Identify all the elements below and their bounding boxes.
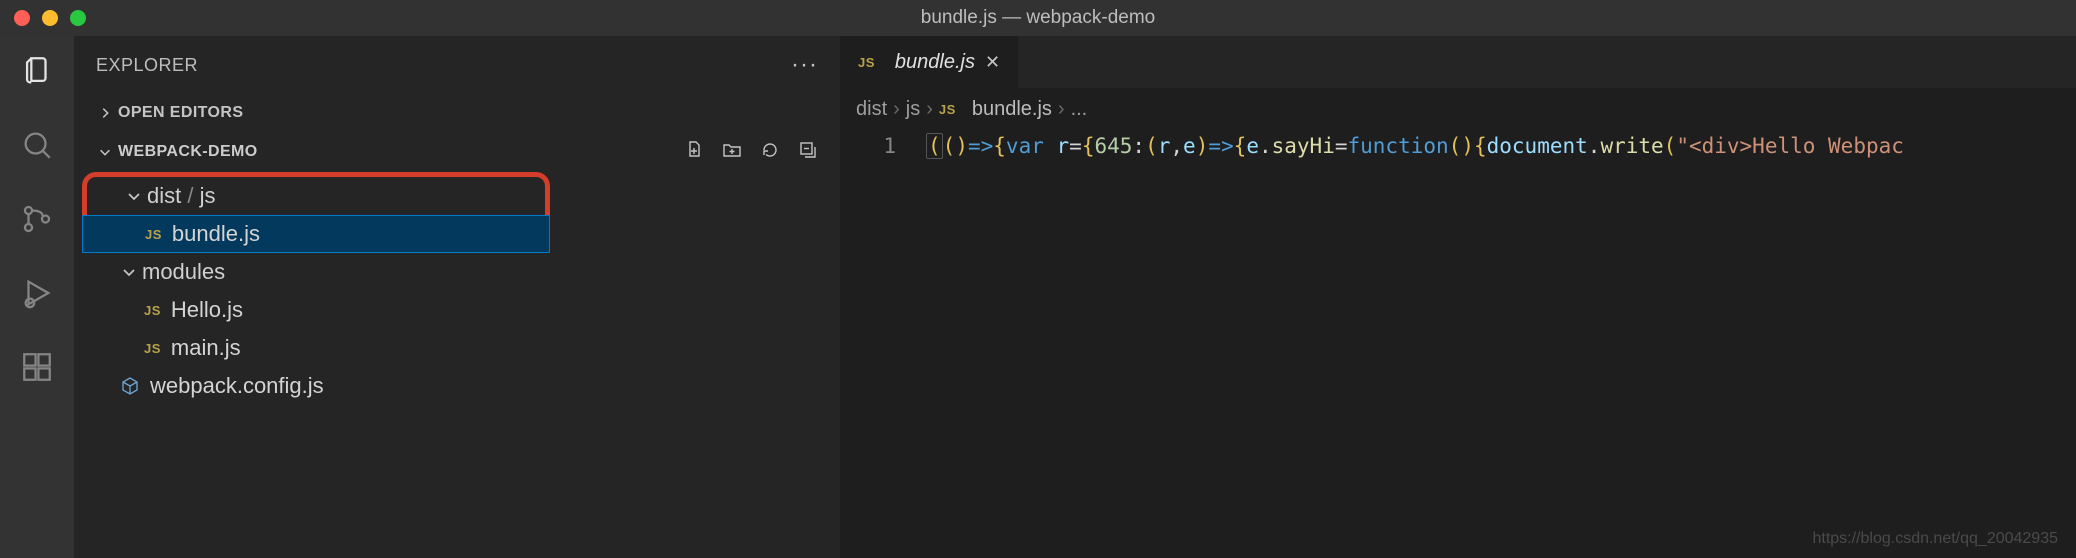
js-file-icon: JS [144, 341, 161, 356]
tab-bundle-js[interactable]: JS bundle.js ✕ [840, 36, 1018, 88]
breadcrumb-segment[interactable]: js [906, 98, 920, 121]
open-editors-label: OPEN EDITORS [118, 104, 243, 122]
breadcrumb-segment[interactable]: bundle.js [972, 98, 1052, 121]
folder-label: dist / js [147, 183, 215, 209]
js-file-icon: JS [145, 227, 162, 242]
chevron-down-icon [125, 188, 143, 204]
breadcrumb[interactable]: dist › js › JS bundle.js › ... [840, 88, 2076, 130]
activity-bar [0, 36, 74, 558]
window-title: bundle.js — webpack-demo [921, 7, 1155, 29]
close-tab-icon[interactable]: ✕ [985, 52, 1000, 73]
workspace-actions [684, 140, 840, 165]
js-file-icon: JS [144, 303, 161, 318]
explorer-activity-icon[interactable] [20, 54, 54, 94]
config-file-icon [120, 376, 140, 396]
breadcrumb-separator: › [893, 98, 900, 121]
file-label: webpack.config.js [150, 373, 324, 399]
file-label: main.js [171, 335, 241, 361]
annotation-highlight: dist / js JS bundle.js [82, 172, 550, 253]
file-main-js[interactable]: JS main.js [74, 329, 840, 367]
file-webpack-config[interactable]: webpack.config.js [74, 367, 840, 405]
open-editors-section[interactable]: OPEN EDITORS [74, 94, 840, 132]
explorer-title: EXPLORER [96, 55, 198, 76]
js-file-icon: JS [939, 102, 956, 117]
line-number: 1 [840, 134, 896, 158]
explorer-more-icon[interactable]: ··· [791, 51, 818, 79]
titlebar: bundle.js — webpack-demo [0, 0, 2076, 36]
extensions-activity-icon[interactable] [20, 350, 54, 390]
window-controls [14, 10, 86, 26]
search-activity-icon[interactable] [20, 128, 54, 168]
code-content[interactable]: (()=>{var r={645:(r,e)=>{e.sayHi=functio… [926, 130, 2076, 558]
tab-label: bundle.js [895, 51, 975, 74]
breadcrumb-segment[interactable]: dist [856, 98, 887, 121]
workspace-section[interactable]: WEBPACK-DEMO [74, 132, 840, 172]
collapse-all-icon[interactable] [798, 140, 818, 165]
workspace-label: WEBPACK-DEMO [118, 143, 258, 161]
explorer-header: EXPLORER ··· [74, 36, 840, 94]
minimize-window-button[interactable] [42, 10, 58, 26]
run-debug-activity-icon[interactable] [20, 276, 54, 316]
refresh-icon[interactable] [760, 140, 780, 165]
breadcrumb-separator: › [926, 98, 933, 121]
chevron-down-icon [120, 264, 138, 280]
editor-tabs: JS bundle.js ✕ [840, 36, 2076, 88]
breadcrumb-segment[interactable]: ... [1071, 98, 1088, 121]
watermark-text: https://blog.csdn.net/qq_20042935 [1812, 530, 2058, 548]
editor-area: JS bundle.js ✕ dist › js › JS bundle.js … [840, 36, 2076, 558]
zoom-window-button[interactable] [70, 10, 86, 26]
explorer-sidebar: EXPLORER ··· OPEN EDITORS WEBPACK-DEMO [74, 36, 840, 558]
folder-modules[interactable]: modules [74, 253, 840, 291]
code-editor[interactable]: 1 (()=>{var r={645:(r,e)=>{e.sayHi=funct… [840, 130, 2076, 558]
close-window-button[interactable] [14, 10, 30, 26]
file-hello-js[interactable]: JS Hello.js [74, 291, 840, 329]
breadcrumb-separator: › [1058, 98, 1065, 121]
new-folder-icon[interactable] [722, 140, 742, 165]
file-label: Hello.js [171, 297, 243, 323]
file-label: bundle.js [172, 221, 260, 247]
folder-label: modules [142, 259, 225, 285]
new-file-icon[interactable] [684, 140, 704, 165]
chevron-right-icon [96, 106, 114, 120]
file-bundle-js[interactable]: JS bundle.js [82, 215, 550, 253]
folder-dist-js[interactable]: dist / js [87, 177, 545, 215]
chevron-down-icon [96, 145, 114, 159]
line-number-gutter: 1 [840, 130, 926, 558]
source-control-activity-icon[interactable] [20, 202, 54, 242]
js-file-icon: JS [858, 55, 875, 70]
